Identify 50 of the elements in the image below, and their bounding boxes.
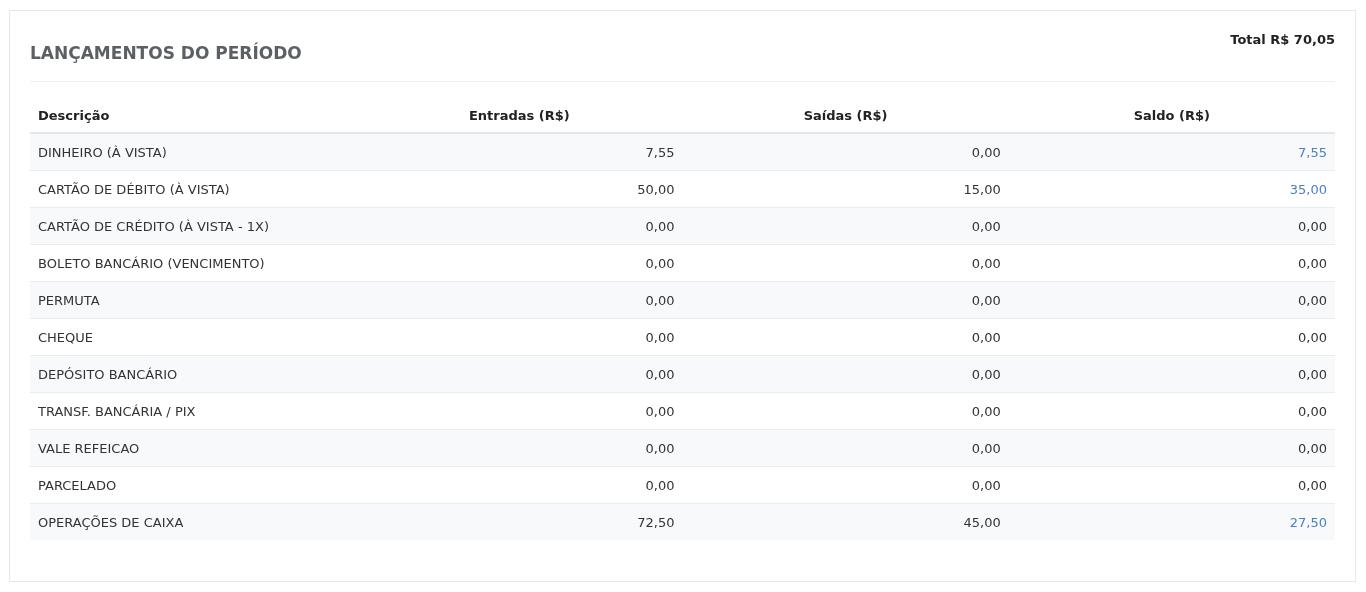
table-cell: 0,00 [356,355,683,393]
table-cell: 0,00 [682,207,1009,245]
table-cell: 0,00 [1008,466,1335,504]
table-cell: CARTÃO DE CRÉDITO (À VISTA - 1X) [30,207,357,245]
table-cell: PERMUTA [30,281,357,319]
table-cell: 0,00 [1008,392,1335,430]
table-cell: DINHEIRO (À VISTA) [30,133,357,171]
table-cell: TRANSF. BANCÁRIA / PIX [30,392,357,430]
table-cell: 0,00 [356,318,683,356]
table-cell: 0,00 [682,133,1009,171]
column-header: Descrição [38,108,110,123]
table-cell: 27,50 [1008,503,1335,540]
column-header: Saldo (R$) [1133,108,1210,123]
table-cell: 72,50 [356,503,683,540]
column-header: Entradas (R$) [468,108,570,123]
table-cell: 50,00 [356,170,683,208]
table-cell: 7,55 [1008,133,1335,171]
table-cell: VALE REFEICAO [30,429,357,467]
column-header: Saídas (R$) [803,108,888,123]
table-cell: 15,00 [682,170,1009,208]
table-cell: 0,00 [1008,281,1335,319]
table-cell: CHEQUE [30,318,357,356]
table-cell: 0,00 [1008,318,1335,356]
table-cell: 35,00 [1008,170,1335,208]
table-cell: BOLETO BANCÁRIO (VENCIMENTO) [30,244,357,282]
table-cell: 0,00 [356,281,683,319]
table-cell: 0,00 [356,207,683,245]
total-amount: Total R$ 70,05 [1230,32,1335,47]
table-cell: 0,00 [682,318,1009,356]
table-cell: 0,00 [682,429,1009,467]
table-cell: 0,00 [1008,429,1335,467]
table-cell: 0,00 [682,466,1009,504]
table-cell: 0,00 [356,392,683,430]
table-cell: 0,00 [682,244,1009,282]
table-cell: 0,00 [682,392,1009,430]
table-cell: 0,00 [356,244,683,282]
table-cell: CARTÃO DE DÉBITO (À VISTA) [30,170,357,208]
table-cell: 0,00 [1008,244,1335,282]
table-cell: 45,00 [682,503,1009,540]
table-cell: 7,55 [356,133,683,171]
panel-title: LANÇAMENTOS DO PERÍODO [30,43,302,63]
table-cell: DEPÓSITO BANCÁRIO [30,355,357,393]
table-cell: PARCELADO [30,466,357,504]
table-cell: 0,00 [682,355,1009,393]
table-cell: 0,00 [1008,207,1335,245]
table-cell: OPERAÇÕES DE CAIXA [30,503,357,540]
table-cell: 0,00 [1008,355,1335,393]
table-cell: 0,00 [682,281,1009,319]
table-cell: 0,00 [356,429,683,467]
table-cell: 0,00 [356,466,683,504]
